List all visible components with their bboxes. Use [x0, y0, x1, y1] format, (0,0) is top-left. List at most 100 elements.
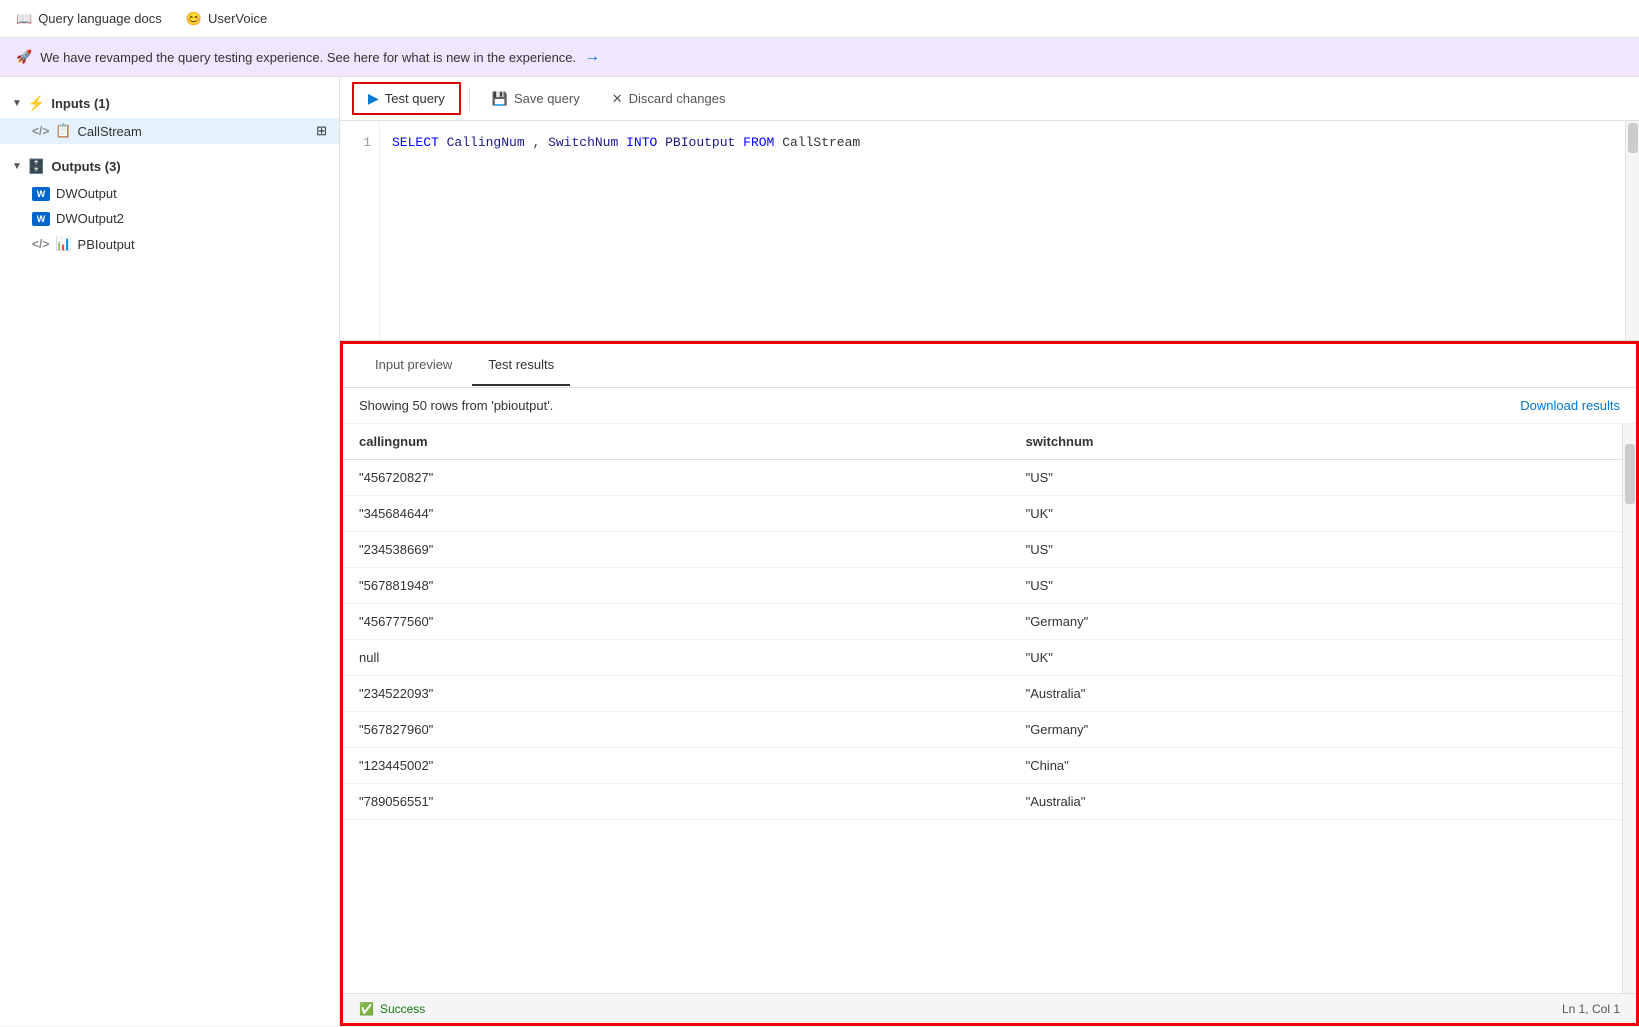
- cell-callingnum: null: [343, 640, 1010, 676]
- cell-switchnum: "UK": [1010, 496, 1636, 532]
- table-row: "234522093""Australia": [343, 676, 1636, 712]
- inputs-label: Inputs (1): [51, 96, 110, 111]
- results-panel: Input preview Test results Showing 50 ro…: [340, 341, 1639, 1026]
- test-query-button[interactable]: ▶ Test query: [352, 82, 461, 115]
- tabs-bar: Input preview Test results: [343, 344, 1636, 388]
- cell-switchnum: "US": [1010, 532, 1636, 568]
- dw-icon-1: W: [32, 187, 50, 201]
- table-row: "567881948""US": [343, 568, 1636, 604]
- results-header: Showing 50 rows from 'pbioutput'. Downlo…: [343, 388, 1636, 424]
- cell-callingnum: "567881948": [343, 568, 1010, 604]
- table-row: "789056551""Australia": [343, 784, 1636, 820]
- comma1: ,: [532, 135, 548, 150]
- table-header: callingnum switchnum: [343, 424, 1636, 460]
- cell-callingnum: "456777560": [343, 604, 1010, 640]
- cell-callingnum: "789056551": [343, 784, 1010, 820]
- dw-icon-2: W: [32, 212, 50, 226]
- table-row: "456777560""Germany": [343, 604, 1636, 640]
- status-bar: ✅ Success Ln 1, Col 1: [343, 993, 1636, 1023]
- inputs-header[interactable]: ▼ ⚡ Inputs (1): [0, 89, 339, 118]
- banner: 🚀 We have revamped the query testing exp…: [0, 38, 1639, 77]
- rocket-icon: 🚀: [16, 49, 32, 65]
- top-nav: 📖 Query language docs 😊 UserVoice: [0, 0, 1639, 38]
- col-header-callingnum: callingnum: [343, 424, 1010, 460]
- line-number-1: 1: [340, 133, 371, 154]
- dwoutput2-item[interactable]: W DWOutput2: [0, 206, 339, 231]
- inputs-section: ▼ ⚡ Inputs (1) </> 📋 CallStream ⊞: [0, 85, 339, 148]
- cell-callingnum: "456720827": [343, 460, 1010, 496]
- table-row: null"UK": [343, 640, 1636, 676]
- cell-callingnum: "234538669": [343, 532, 1010, 568]
- cursor-position: Ln 1, Col 1: [1562, 1002, 1620, 1016]
- editor-scrollbar[interactable]: [1625, 121, 1639, 340]
- save-icon: 💾: [492, 91, 508, 107]
- outputs-chevron: ▼: [12, 161, 22, 172]
- callstream-item[interactable]: </> 📋 CallStream ⊞: [0, 118, 339, 144]
- results-table-wrap[interactable]: callingnum switchnum "456720827""US""345…: [343, 424, 1636, 993]
- pbioutput-item[interactable]: </> 📊 PBIoutput: [0, 231, 339, 257]
- editor-scrollbar-thumb: [1628, 123, 1638, 153]
- uservoice-link[interactable]: 😊 UserVoice: [186, 11, 267, 27]
- pbi-chart-icon: 📊: [55, 236, 71, 252]
- table-header-row: callingnum switchnum: [343, 424, 1636, 460]
- dwoutput2-label: DWOutput2: [56, 211, 124, 226]
- test-query-label: Test query: [385, 91, 445, 106]
- query-editor[interactable]: 1 SELECT CallingNum , SwitchNum INTO PBI…: [340, 121, 1639, 341]
- cell-switchnum: "UK": [1010, 640, 1636, 676]
- banner-arrow[interactable]: →: [584, 48, 600, 66]
- cell-switchnum: "Germany": [1010, 604, 1636, 640]
- toolbar: ▶ Test query 💾 Save query ✕ Discard chan…: [340, 77, 1639, 121]
- inputs-chevron: ▼: [12, 98, 22, 109]
- save-query-label: Save query: [514, 91, 580, 106]
- query-docs-label: Query language docs: [38, 11, 162, 26]
- table-row: "345684644""UK": [343, 496, 1636, 532]
- cell-switchnum: "US": [1010, 460, 1636, 496]
- table-row: "567827960""Germany": [343, 712, 1636, 748]
- discard-changes-button[interactable]: ✕ Discard changes: [598, 85, 740, 113]
- results-table-body: "456720827""US""345684644""UK""234538669…: [343, 460, 1636, 820]
- outputs-section: ▼ 🗄️ Outputs (3) W DWOutput W DWOutput2 …: [0, 148, 339, 261]
- col-callingnum: CallingNum: [447, 135, 525, 150]
- results-table: callingnum switchnum "456720827""US""345…: [343, 424, 1636, 820]
- results-scrollbar-thumb: [1625, 444, 1635, 504]
- kw-from: FROM: [743, 135, 774, 150]
- toolbar-separator-1: [469, 87, 470, 111]
- cell-switchnum: "China": [1010, 748, 1636, 784]
- dwoutput-label: DWOutput: [56, 186, 117, 201]
- close-icon: ✕: [612, 91, 623, 107]
- dwoutput-item[interactable]: W DWOutput: [0, 181, 339, 206]
- pbi-code-icon: </>: [32, 237, 49, 251]
- success-icon: ✅: [359, 1002, 374, 1016]
- status-success: ✅ Success: [359, 1002, 425, 1016]
- uservoice-label: UserVoice: [208, 11, 267, 26]
- outputs-header[interactable]: ▼ 🗄️ Outputs (3): [0, 152, 339, 181]
- success-label: Success: [380, 1002, 425, 1016]
- main-layout: ▼ ⚡ Inputs (1) </> 📋 CallStream ⊞ ▼ 🗄️ O…: [0, 77, 1639, 1026]
- outputs-label: Outputs (3): [51, 159, 120, 174]
- cell-switchnum: "US": [1010, 568, 1636, 604]
- line-numbers: 1: [340, 121, 380, 340]
- download-results-link[interactable]: Download results: [1520, 398, 1620, 413]
- results-info: Showing 50 rows from 'pbioutput'.: [359, 398, 553, 413]
- cell-switchnum: "Germany": [1010, 712, 1636, 748]
- tbl-pbioutput: PBIoutput: [665, 135, 735, 150]
- tab-test-results[interactable]: Test results: [472, 345, 570, 386]
- save-query-button[interactable]: 💾 Save query: [478, 85, 594, 113]
- pbioutput-label: PBIoutput: [78, 237, 135, 252]
- callstream-label: CallStream: [78, 124, 142, 139]
- uservoice-icon: 😊: [186, 11, 202, 27]
- kw-into: INTO: [626, 135, 657, 150]
- query-content[interactable]: SELECT CallingNum , SwitchNum INTO PBIou…: [380, 121, 1639, 340]
- cell-callingnum: "567827960": [343, 712, 1010, 748]
- inputs-stream-icon: ⚡: [28, 95, 45, 112]
- col-header-switchnum: switchnum: [1010, 424, 1636, 460]
- banner-text: We have revamped the query testing exper…: [40, 50, 576, 65]
- tbl-callstream: CallStream: [782, 135, 860, 150]
- tab-input-preview[interactable]: Input preview: [359, 345, 468, 386]
- cell-switchnum: "Australia": [1010, 784, 1636, 820]
- results-scrollbar[interactable]: [1622, 424, 1636, 993]
- cell-callingnum: "123445002": [343, 748, 1010, 784]
- sidebar: ▼ ⚡ Inputs (1) </> 📋 CallStream ⊞ ▼ 🗄️ O…: [0, 77, 340, 1026]
- col-switchnum: SwitchNum: [548, 135, 618, 150]
- query-docs-link[interactable]: 📖 Query language docs: [16, 11, 162, 27]
